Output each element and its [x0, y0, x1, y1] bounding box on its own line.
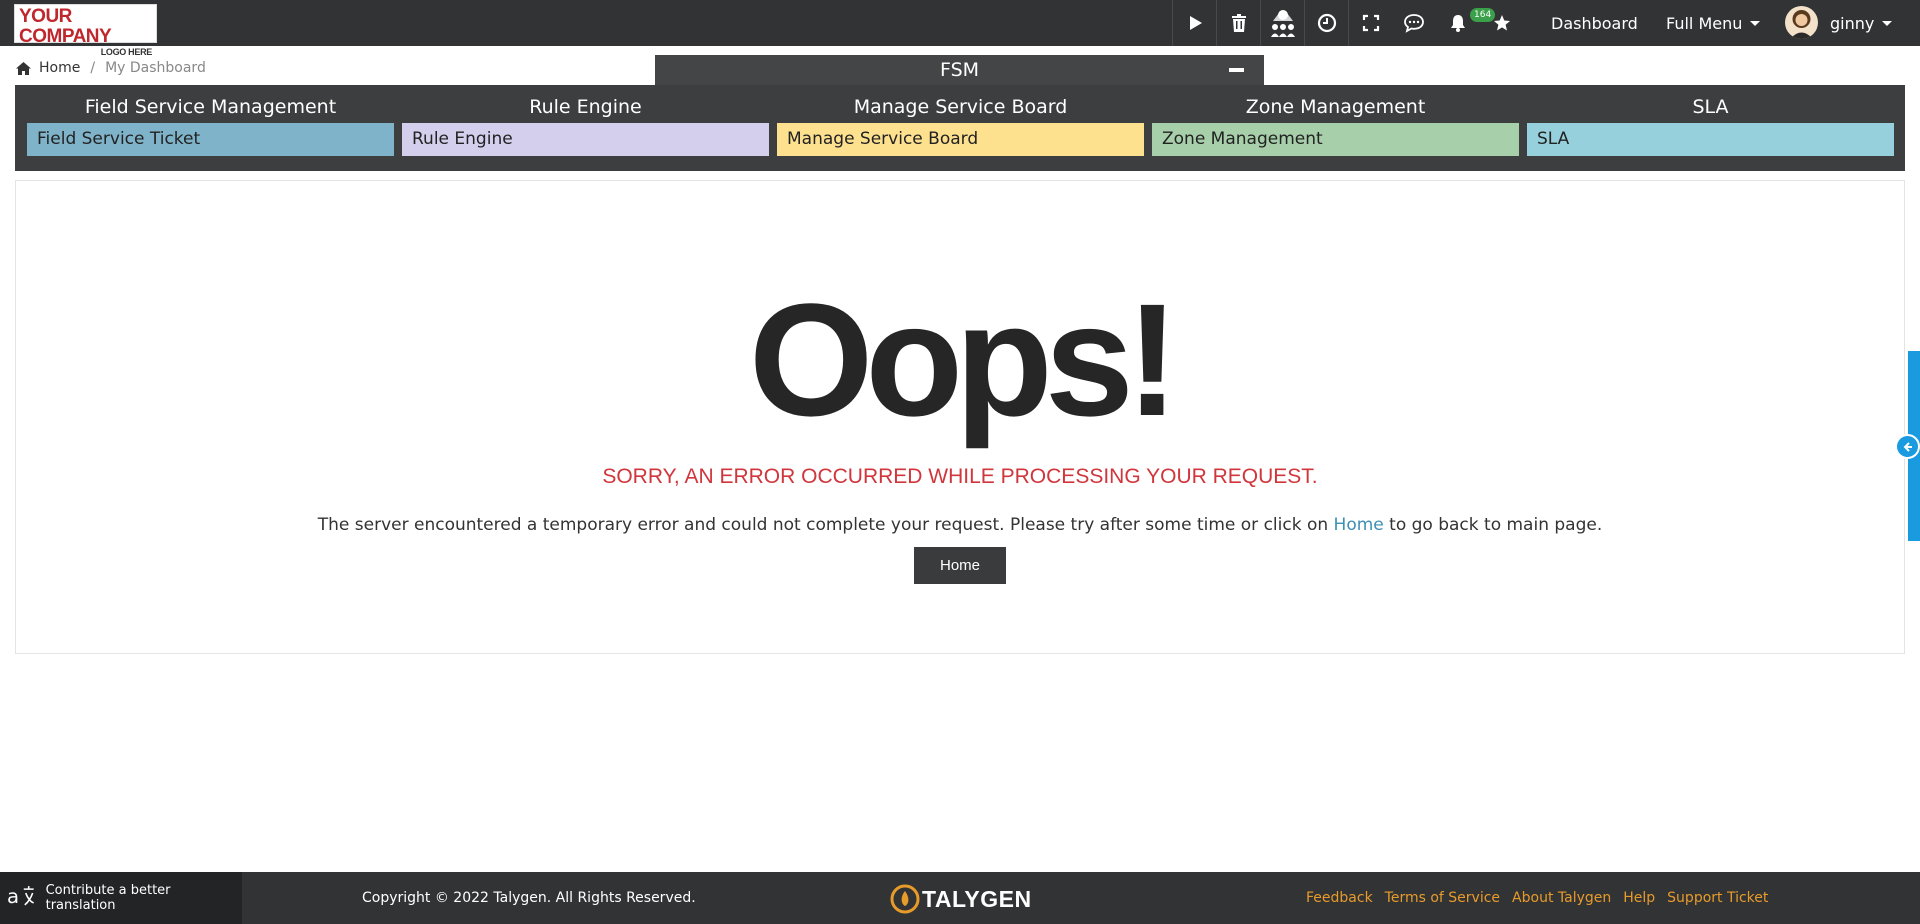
- home-button[interactable]: Home: [914, 547, 1006, 584]
- footer: a Contribute a better translation Copyri…: [0, 872, 1920, 924]
- breadcrumb: Home / My Dashboard: [15, 60, 206, 76]
- full-menu-label: Full Menu: [1666, 13, 1743, 33]
- breadcrumb-current: My Dashboard: [105, 60, 206, 76]
- arrow-left-icon[interactable]: [1895, 434, 1920, 459]
- notification-count-badge: 164: [1470, 8, 1496, 22]
- home-icon[interactable]: [15, 61, 32, 76]
- error-message-text: The server encountered a temporary error…: [317, 515, 1334, 535]
- chevron-down-icon: [1882, 20, 1893, 26]
- fsm-column-title: SLA: [1692, 96, 1729, 118]
- footer-link-feedback[interactable]: Feedback: [1306, 890, 1373, 906]
- fsm-column-title: Rule Engine: [529, 96, 642, 118]
- fsm-card-zone-management[interactable]: Zone Management: [1152, 123, 1519, 156]
- bell-icon[interactable]: [1436, 0, 1480, 46]
- breadcrumb-home[interactable]: Home: [39, 60, 80, 76]
- fsm-column-title: Zone Management: [1245, 96, 1426, 118]
- brand-name: TALYGEN: [922, 885, 1032, 912]
- trash-icon[interactable]: [1216, 0, 1260, 46]
- error-title: SORRY, AN ERROR OCCURRED WHILE PROCESSIN…: [602, 465, 1318, 488]
- chevron-down-icon: [1750, 20, 1761, 26]
- talygen-logo[interactable]: TALYGEN: [890, 882, 1032, 916]
- fsm-column-zone-management: Zone Management Zone Management: [1152, 85, 1519, 171]
- translate-icon: a: [7, 885, 34, 908]
- breadcrumb-separator: /: [90, 60, 96, 76]
- fsm-column-sla: SLA SLA: [1527, 85, 1894, 171]
- fullscreen-icon[interactable]: [1348, 0, 1392, 46]
- fsm-card-sla[interactable]: SLA: [1527, 123, 1894, 156]
- fsm-panel-title: FSM: [939, 59, 980, 81]
- error-home-link[interactable]: Home: [1334, 515, 1384, 535]
- translate-label: Contribute a better translation: [45, 883, 171, 913]
- footer-link-terms[interactable]: Terms of Service: [1385, 890, 1500, 906]
- fsm-card-rule-engine[interactable]: Rule Engine: [402, 123, 769, 156]
- fsm-card-manage-service-board[interactable]: Manage Service Board: [777, 123, 1144, 156]
- error-heading: Oops!: [748, 270, 1179, 449]
- fsm-column-title: Field Service Management: [84, 96, 337, 118]
- footer-link-help[interactable]: Help: [1623, 890, 1655, 906]
- footer-links: Feedback Terms of Service About Talygen …: [1306, 872, 1780, 924]
- fsm-column-title: Manage Service Board: [853, 96, 1068, 118]
- fsm-panel: Field Service Management Field Service T…: [15, 85, 1905, 171]
- fsm-column-field-service: Field Service Management Field Service T…: [27, 85, 394, 171]
- top-navbar: YOUR COMPANY LOGO HERE 164 Dashboard Ful…: [0, 0, 1920, 57]
- copyright-text: Copyright © 2022 Talygen. All Rights Res…: [362, 890, 696, 906]
- toolbar-icons: [1172, 0, 1524, 46]
- error-message: The server encountered a temporary error…: [0, 515, 1920, 535]
- fsm-panel-header[interactable]: FSM: [655, 55, 1264, 85]
- play-icon[interactable]: [1172, 0, 1216, 46]
- user-menu-dropdown[interactable]: ginny: [1830, 0, 1893, 46]
- flame-icon: [890, 884, 920, 914]
- logo-line-2: LOGO HERE: [100, 47, 153, 57]
- chat-icon[interactable]: [1392, 0, 1436, 46]
- clock-icon[interactable]: [1304, 0, 1348, 46]
- minus-icon[interactable]: [1229, 68, 1244, 72]
- avatar[interactable]: [1785, 6, 1818, 39]
- dashboard-link[interactable]: Dashboard: [1551, 0, 1638, 46]
- company-logo[interactable]: YOUR COMPANY LOGO HERE: [14, 4, 157, 57]
- star-icon[interactable]: [1480, 0, 1524, 46]
- fsm-card-field-service-ticket[interactable]: Field Service Ticket: [27, 123, 394, 156]
- user-name: ginny: [1830, 13, 1875, 33]
- people-icon[interactable]: [1260, 0, 1304, 46]
- full-menu-dropdown[interactable]: Full Menu: [1666, 0, 1761, 46]
- svg-text:a: a: [7, 885, 19, 908]
- translate-button[interactable]: a Contribute a better translation: [0, 872, 242, 924]
- error-message-text-end: to go back to main page.: [1383, 515, 1603, 535]
- fsm-column-service-board: Manage Service Board Manage Service Boar…: [777, 85, 1144, 171]
- footer-link-support-ticket[interactable]: Support Ticket: [1667, 890, 1768, 906]
- dashboard-link-label: Dashboard: [1551, 13, 1638, 33]
- fsm-column-rule-engine: Rule Engine Rule Engine: [402, 85, 769, 171]
- logo-line-1: YOUR COMPANY: [19, 6, 112, 47]
- footer-link-about[interactable]: About Talygen: [1512, 890, 1611, 906]
